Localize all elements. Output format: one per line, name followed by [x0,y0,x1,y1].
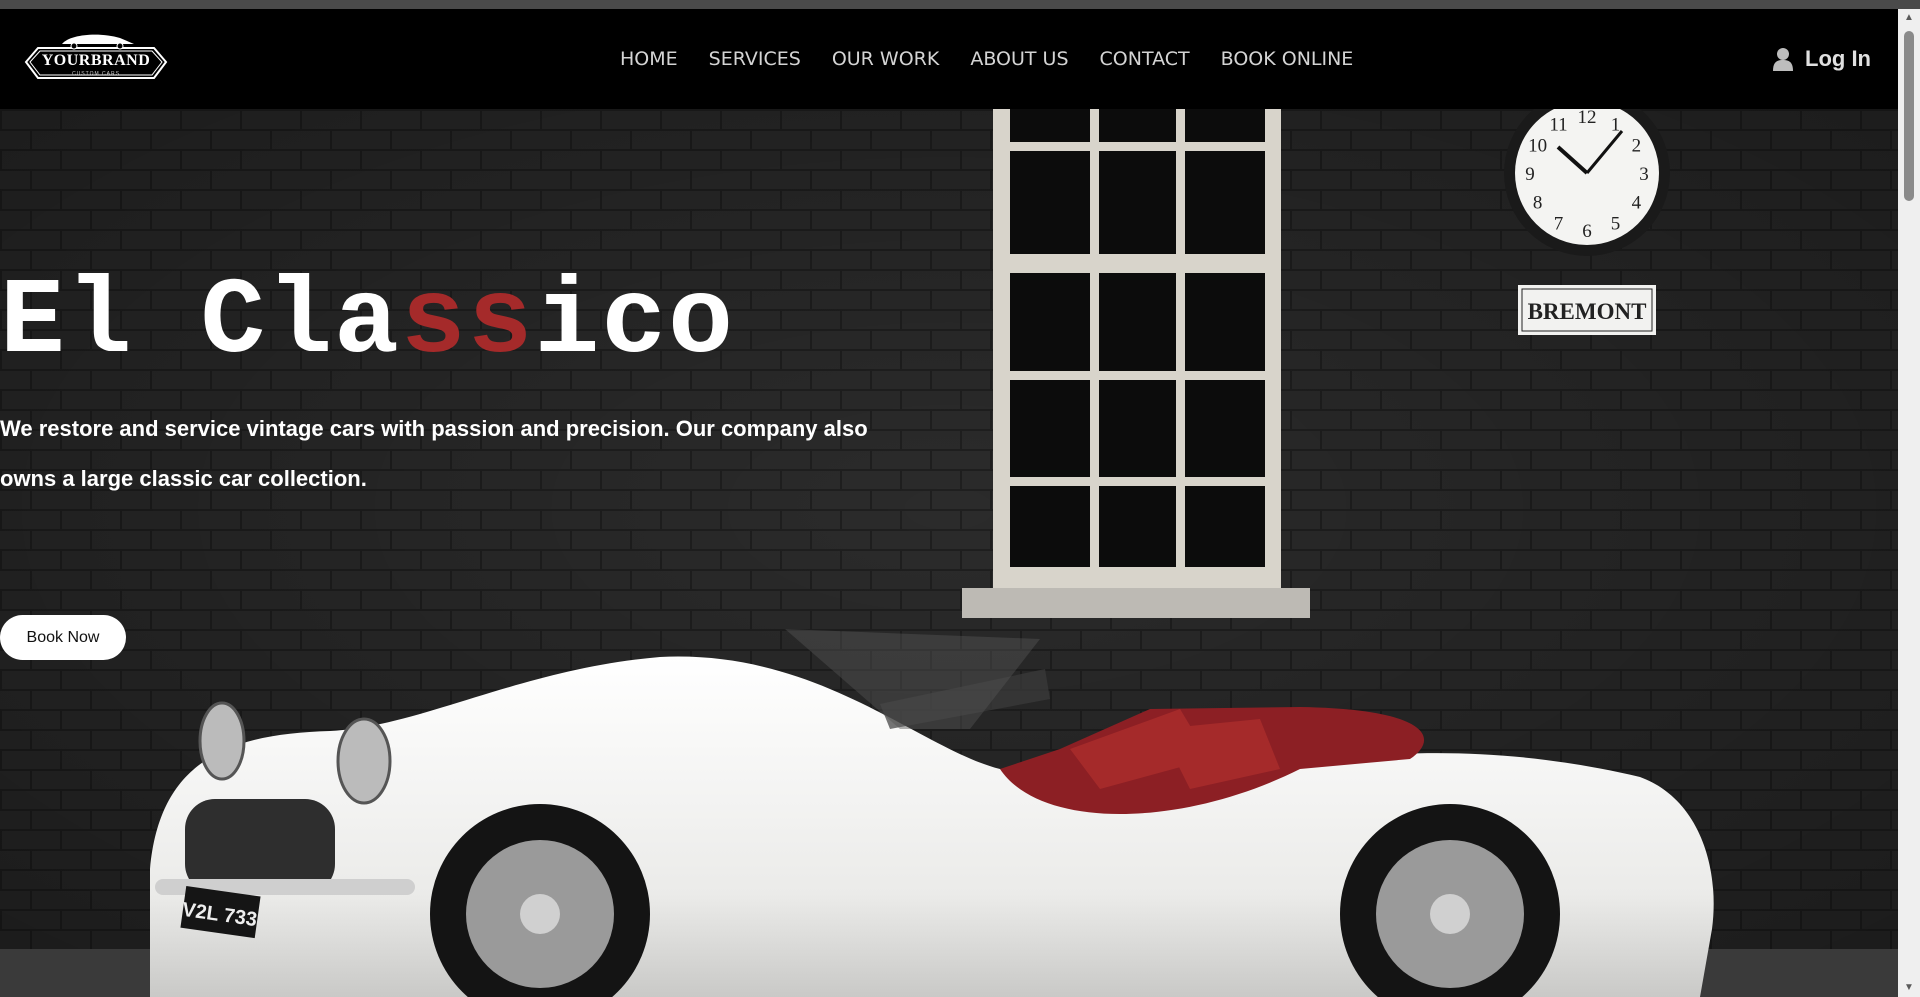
nav-about-us[interactable]: ABOUT US [970,48,1068,70]
scroll-down-arrow-icon[interactable]: ▼ [1898,979,1920,997]
login-label: Log In [1805,46,1871,71]
hero-title: El Classico [0,262,735,384]
clock-numeral: 4 [1632,193,1642,214]
nav-home[interactable]: HOME [620,48,678,70]
clock-numeral: 9 [1525,164,1535,185]
clock-numeral: 5 [1611,213,1621,234]
clock-numeral: 12 [1578,109,1597,128]
browser-top-strip [0,0,1920,9]
clock-numeral: 7 [1554,213,1564,234]
clock-numeral: 2 [1632,136,1642,157]
clock-numeral: 3 [1639,164,1649,185]
main-nav: HOME SERVICES OUR WORK ABOUT US CONTACT … [620,9,1384,109]
scroll-thumb[interactable] [1904,31,1914,201]
hero-section: 12 1 2 3 4 5 6 7 8 9 10 11 BREMONT V2L 733 [0,109,1898,997]
clock-numeral: 6 [1582,221,1592,242]
title-accent: ss [400,262,535,384]
svg-text:BREMONT: BREMONT [1528,299,1647,324]
clock-numeral: 8 [1533,193,1543,214]
hero-tagline: We restore and service vintage cars with… [0,416,868,491]
login-button[interactable]: Log In [1773,9,1871,109]
brand-subtitle: CUSTOM CARS [72,71,120,77]
hero-background-image: 12 1234567891011 BREMONT V2L 733 [0,109,1898,997]
page-scrollbar[interactable]: ▲ ▼ [1898,9,1920,997]
clock-numeral: 1 [1611,115,1621,136]
nav-contact[interactable]: CONTACT [1100,48,1190,70]
window-frame [962,109,1310,618]
nav-book-online[interactable]: BOOK ONLINE [1221,48,1354,70]
clock-numeral: 11 [1549,115,1567,136]
clock-numeral: 10 [1528,136,1547,157]
user-icon [1773,48,1794,71]
scroll-up-arrow-icon[interactable]: ▲ [1898,9,1920,27]
book-now-button[interactable]: Book Now [0,615,126,660]
brand-name: YOURBRAND [41,52,151,69]
site-header: YOURBRAND CUSTOM CARS HOME SERVICES OUR … [0,9,1898,109]
nav-our-work[interactable]: OUR WORK [832,48,940,70]
nav-services[interactable]: SERVICES [709,48,801,70]
brand-logo[interactable]: YOURBRAND CUSTOM CARS [22,26,170,98]
